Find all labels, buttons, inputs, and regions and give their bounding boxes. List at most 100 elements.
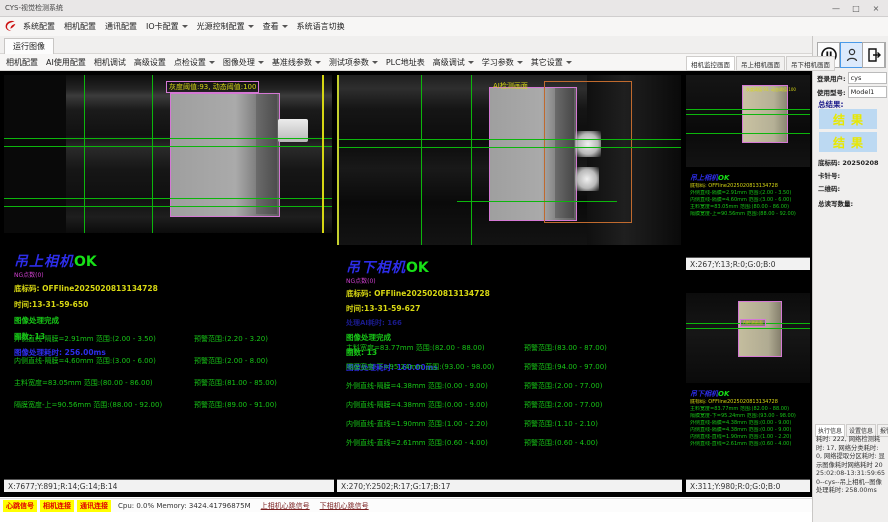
- tool-camera-debug[interactable]: 相机调试: [94, 57, 126, 68]
- chevron-down-icon: [468, 61, 474, 64]
- threshold-overlay-label: 灰度阈值:93, 动态阈值:100: [744, 87, 798, 93]
- tab-run-image[interactable]: 运行图像: [4, 38, 54, 54]
- measure-line-vertical: [471, 75, 472, 245]
- machine-edge: [4, 75, 66, 233]
- tool-test-params[interactable]: 测试项参数: [329, 57, 378, 68]
- execution-log[interactable]: 耗时: 222, 网络检测耗时: 17, 网络分类耗时: 0, 网络提取分区耗时…: [816, 436, 885, 496]
- boundary-line: [337, 75, 339, 245]
- thumb-tab-upper-camera[interactable]: 吊上相机画面: [736, 56, 785, 71]
- camera-title: 吊上相机OK: [14, 251, 158, 271]
- tool-advanced-debug[interactable]: 高级调试: [433, 57, 474, 68]
- tool-plc-address[interactable]: PLC地址表: [386, 57, 425, 68]
- maximize-icon[interactable]: □: [846, 0, 866, 16]
- measurement-row: 隔膜宽度-下=95.24mm 范围:(93.00 - 98.00)预警范围:(9…: [346, 362, 678, 381]
- thumb-bottom-text: 吊下相机OK 底标码: OFFline2025020813134728 主料宽度…: [690, 389, 796, 448]
- menu-camera-config[interactable]: 相机配置: [64, 21, 96, 32]
- ng-count: NG点数(0): [346, 276, 490, 285]
- measure-line-vertical: [152, 75, 153, 233]
- chevron-down-icon: [282, 25, 288, 28]
- window-title: CYS-视觉检测系统: [0, 3, 63, 13]
- measure-line: [686, 109, 810, 110]
- ai-overlay-label: AI检测画面: [491, 81, 530, 91]
- upper-camera-image[interactable]: 灰度阈值:93, 动态阈值:100: [4, 75, 332, 233]
- measurement-row: 主料宽度=83.77mm 范围:(82.00 - 88.00)预警范围:(83.…: [346, 343, 678, 362]
- menu-io-config[interactable]: IO卡配置: [146, 21, 188, 32]
- result-ok-badge: OK: [718, 390, 729, 398]
- camera-title: 吊下相机OK: [346, 257, 490, 277]
- right-sidebar: 登录用户: cys 使用型号: Model1 总结果: 结果 结果 底标码: 2…: [812, 36, 888, 522]
- pin-label: 卡针号:: [818, 170, 840, 180]
- lower-camera-heartbeat: 下相机心跳信号: [320, 501, 369, 511]
- menu-language-switch[interactable]: 系统语言切换: [297, 21, 345, 32]
- chevron-down-icon: [517, 61, 523, 64]
- result-ok-badge: OK: [718, 174, 729, 182]
- measure-line: [4, 138, 332, 139]
- process-done-line: 图像处理完成: [14, 315, 158, 326]
- lower-camera-panel: AI检测画面 吊下相机OK NG点数(0) 底标码: OFFline202502…: [336, 71, 682, 497]
- model-value[interactable]: Model1: [848, 86, 887, 98]
- minimize-icon[interactable]: —: [826, 0, 846, 16]
- threshold-overlay-label: AI检测画面: [740, 319, 766, 327]
- thumb-bottom-image[interactable]: AI检测画面: [686, 293, 810, 383]
- cpu-memory-status: Cpu: 0.0% Memory: 3424.41796875M: [118, 502, 251, 510]
- app-logo-icon: [4, 19, 17, 34]
- tool-advanced-settings[interactable]: 高级设置: [134, 57, 166, 68]
- close-icon[interactable]: ×: [866, 0, 886, 16]
- tool-camera-config[interactable]: 相机配置: [6, 57, 38, 68]
- product-shadow-strip: [256, 94, 277, 214]
- menu-system-config[interactable]: 系统配置: [23, 21, 55, 32]
- barcode-row: 底标码: 20250208: [818, 157, 879, 167]
- upper-coordinate-bar: X:7677;Y:891;R:14;G:14;B:14: [4, 479, 334, 492]
- thumb-tab-monitor[interactable]: 相机监控画面: [686, 56, 735, 71]
- tool-image-process[interactable]: 图像处理: [223, 57, 264, 68]
- login-user-value[interactable]: cys: [848, 72, 887, 84]
- ai-time-line: 处理AI耗时: 166: [346, 318, 490, 328]
- login-user-button[interactable]: [840, 42, 863, 68]
- measure-line: [4, 198, 332, 199]
- login-user-row: 登录用户: cys: [817, 72, 887, 84]
- menu-bar: 系统配置 相机配置 通讯配置 IO卡配置 光源控制配置 查看 系统语言切换: [0, 17, 888, 37]
- tool-baseline-params[interactable]: 基准线参数: [272, 57, 321, 68]
- result-badge-bottom: 结果: [819, 132, 877, 152]
- thumb-bottom-coordinate-bar: X:311;Y:980;R:0;G:0;B:0: [686, 479, 810, 492]
- barcode-line: 底标码: OFFline2025020813134728: [346, 288, 490, 299]
- menu-view[interactable]: 查看: [263, 21, 288, 32]
- time-line: 时间:13-31-59-650: [14, 299, 158, 310]
- title-bar: CYS-视觉检测系统 — □ ×: [0, 0, 888, 17]
- threshold-overlay-label: 灰度阈值:93, 动态阈值:100: [166, 81, 259, 93]
- thumb-tab-lower-camera[interactable]: 吊下相机画面: [786, 56, 835, 71]
- highlight-blob: [575, 131, 601, 157]
- tool-other-settings[interactable]: 其它设置: [531, 57, 572, 68]
- thumb-top-image[interactable]: 灰度阈值:93, 动态阈值:100: [686, 75, 810, 167]
- exit-button[interactable]: [862, 42, 885, 68]
- menu-comm-config[interactable]: 通讯配置: [105, 21, 137, 32]
- heartbeat-badge: 心跳信号: [3, 500, 37, 512]
- time-line: 时间:13-31-59-627: [346, 303, 490, 314]
- tool-spot-check[interactable]: 点检设置: [174, 57, 215, 68]
- thumb-top-text: 吊上相机OK 底标码: OFFline2025020813134728 外侧直线…: [690, 173, 796, 218]
- upper-measurements: 外侧直线-隔膜=2.91mm 范围:(2.00 - 3.50)预警范围:(2.2…: [14, 334, 332, 422]
- upper-camera-panel: 灰度阈值:93, 动态阈值:100 吊上相机OK NG点数(0) 底标码: OF…: [4, 71, 334, 497]
- measure-line-vertical: [421, 75, 422, 245]
- chevron-down-icon: [258, 61, 264, 64]
- main-area: 灰度阈值:93, 动态阈值:100 吊上相机OK NG点数(0) 底标码: OF…: [0, 71, 812, 497]
- tool-ai-use-config[interactable]: AI使用配置: [46, 57, 86, 68]
- product-region-outline: [738, 301, 782, 357]
- menu-light-config[interactable]: 光源控制配置: [197, 21, 254, 32]
- model-label: 使用型号:: [817, 87, 846, 97]
- total-rw-label: 总读写数量:: [818, 198, 853, 208]
- window-controls: — □ ×: [826, 0, 886, 16]
- thumbnail-column: 灰度阈值:93, 动态阈值:100 吊上相机OK 底标码: OFFline202…: [684, 71, 812, 497]
- status-bar: 心跳信号 相机连接 通讯连接 Cpu: 0.0% Memory: 3424.41…: [0, 498, 812, 512]
- barcode-value: 20250208: [842, 159, 878, 167]
- measurement-row: 外侧直线-隔膜=4.38mm 范围:(0.00 - 9.00)预警范围:(2.0…: [346, 381, 678, 400]
- barcode-line: 底标码: OFFline2025020813134728: [14, 283, 158, 294]
- chevron-down-icon: [372, 61, 378, 64]
- measurement-row: 内侧直线-隔膜=4.38mm 范围:(0.00 - 9.00)预警范围:(2.0…: [346, 400, 678, 419]
- chevron-down-icon: [248, 25, 254, 28]
- measure-line: [4, 206, 332, 207]
- lower-camera-image[interactable]: AI检测画面: [337, 75, 681, 245]
- measure-line: [337, 147, 681, 148]
- result-badge-top: 结果: [819, 109, 877, 129]
- tool-learning-params[interactable]: 学习参数: [482, 57, 523, 68]
